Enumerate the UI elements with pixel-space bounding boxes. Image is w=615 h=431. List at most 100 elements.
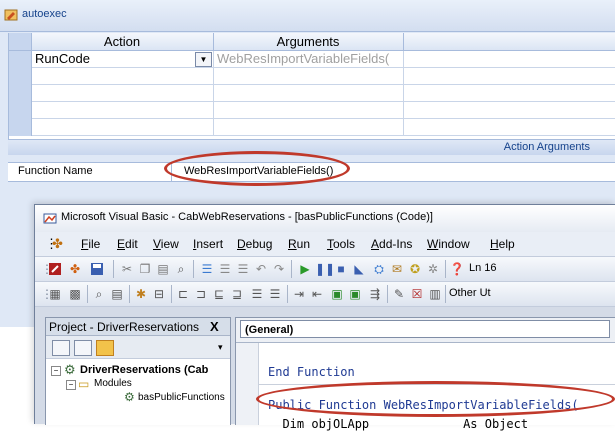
object-browser-icon[interactable]: ✪	[407, 261, 423, 277]
collapse-toggle[interactable]: −	[66, 380, 76, 390]
action-dropdown-button[interactable]: ▼	[195, 52, 212, 67]
group-icon[interactable]: ▣	[329, 286, 345, 302]
table-row[interactable]	[9, 85, 615, 102]
design-mode-icon[interactable]: ◣	[351, 261, 367, 277]
row-selector[interactable]	[9, 51, 32, 68]
ungroup-icon[interactable]: ▣	[347, 286, 363, 302]
other-utilities-label[interactable]: Other Ut	[449, 287, 491, 299]
help-icon[interactable]: ❓	[449, 261, 465, 277]
project-explorer-icon[interactable]: ⛭	[371, 261, 387, 277]
tree-item-module[interactable]: basPublicFunctions	[138, 392, 225, 403]
project-tree: − ⚙ DriverReservations (Cab − ▭ Modules …	[46, 359, 230, 425]
menu-insert[interactable]: Insert	[193, 237, 223, 251]
indent-icon[interactable]: ☰	[199, 261, 215, 277]
align-top-icon[interactable]: ⊒	[229, 286, 245, 302]
tree-item-project[interactable]: DriverReservations (Cab	[80, 364, 208, 376]
edit-toolbar: ⋮ ▦ ▩ ⌕ ▤ ✱ ⊟ ⊏ ⊐ ⊑ ⊒ ☰ ☰ ⇥ ⇤ ▣ ▣ ⇶ ✎ ☒ …	[35, 282, 615, 307]
bookmark-icon[interactable]: ⊟	[151, 286, 167, 302]
indent-less-icon[interactable]: ⇤	[309, 286, 325, 302]
project-explorer: Project - DriverReservations X ▾ − ⚙ Dri…	[45, 317, 231, 425]
vba-app-icon	[43, 213, 57, 224]
column-header-action: Action	[31, 33, 214, 50]
column-header-arguments: Arguments	[213, 33, 404, 50]
macro-title-bar: autoexec	[0, 0, 615, 32]
pencil-icon[interactable]: ✎	[391, 286, 407, 302]
menu-window[interactable]: Window	[427, 237, 470, 251]
code-line[interactable]: Dim objOLApp As Object	[268, 417, 528, 431]
align-right-icon[interactable]: ⊑	[211, 286, 227, 302]
menu-run[interactable]: Run	[288, 237, 310, 251]
align-center-icon[interactable]: ⊐	[193, 286, 209, 302]
redo-icon[interactable]: ↷	[271, 261, 287, 277]
collapse-toggle[interactable]: −	[51, 366, 61, 376]
paste-icon[interactable]: ▤	[155, 261, 171, 277]
list-alt-icon[interactable]: ☰	[267, 286, 283, 302]
chevron-down-icon[interactable]: ▾	[218, 342, 223, 353]
chevron-down-icon: ▼	[199, 55, 208, 64]
macro-title: autoexec	[22, 8, 67, 20]
clear-icon[interactable]: ☒	[409, 286, 425, 302]
select-all-corner[interactable]	[9, 33, 32, 50]
folder-icon: ▭	[78, 377, 90, 391]
list-icon[interactable]: ☰	[249, 286, 265, 302]
standard-toolbar: ⋮ ✤ ✂ ❐ ▤ ⌕ ☰ ☰ ☰ ↶ ↷ ▶ ❚❚ ■ ◣ ⛭ ✉ ✪ ✲ ❓…	[35, 257, 615, 282]
function-name-label: Function Name	[18, 165, 93, 177]
table-row[interactable]	[9, 102, 615, 119]
menu-debug[interactable]: Debug	[237, 237, 272, 251]
insert-module-icon[interactable]: ✤	[67, 261, 83, 277]
outdent-icon[interactable]: ☰	[217, 261, 233, 277]
arguments-cell[interactable]: WebResImportVariableFields(	[217, 51, 389, 67]
code-margin	[236, 343, 259, 425]
project-explorer-toolbar: ▾	[46, 336, 230, 359]
view-object-button[interactable]	[74, 340, 92, 356]
highlight-oval	[256, 381, 615, 417]
break-icon[interactable]: ❚❚	[315, 261, 335, 277]
table-row[interactable]	[9, 68, 615, 85]
run-icon[interactable]: ▶	[297, 261, 313, 277]
macro-icon	[4, 9, 18, 21]
object-dropdown[interactable]: (General)	[240, 320, 610, 338]
module-icon: ⚙	[124, 390, 135, 404]
complete-word-icon[interactable]: ✱	[133, 286, 149, 302]
menu-file[interactable]: File	[81, 237, 100, 251]
menu-tools[interactable]: Tools	[327, 237, 355, 251]
cut-icon[interactable]: ✂	[119, 261, 135, 277]
menu-add-ins[interactable]: Add-Ins	[371, 237, 412, 251]
menu-view[interactable]: View	[153, 237, 179, 251]
indent-more-icon[interactable]: ⇥	[291, 286, 307, 302]
vbe-title: Microsoft Visual Basic - CabWebReservati…	[61, 211, 433, 223]
view-access-icon[interactable]	[47, 261, 63, 277]
reset-icon[interactable]: ■	[333, 261, 349, 277]
grid-header: Action Arguments	[9, 33, 615, 51]
menu-editor-icon[interactable]: ▥	[427, 286, 443, 302]
project-explorer-title: Project - DriverReservations	[49, 320, 200, 334]
view-code-button[interactable]	[52, 340, 70, 356]
table-row[interactable]	[9, 119, 615, 136]
macro-grid: Action Arguments RunCode ▼ WebResImportV…	[8, 33, 615, 155]
project-explorer-title-bar: Project - DriverReservations X	[46, 318, 230, 336]
tree-item-modules[interactable]: Modules	[94, 378, 132, 389]
action-arguments-label: Action Arguments	[503, 141, 590, 153]
menu-edit[interactable]: Edit	[117, 237, 138, 251]
code-line[interactable]: End Function	[268, 365, 355, 379]
save-icon[interactable]	[89, 261, 105, 277]
toggle-folders-button[interactable]	[96, 340, 114, 356]
action-cell[interactable]: RunCode	[35, 51, 90, 67]
close-icon[interactable]: X	[210, 319, 219, 334]
cursor-position: Ln 16	[469, 262, 497, 274]
undo-icon[interactable]: ↶	[253, 261, 269, 277]
comment-icon[interactable]: ☰	[235, 261, 251, 277]
list-properties-icon[interactable]: ▦	[47, 286, 63, 302]
find-icon[interactable]: ⌕	[173, 261, 189, 277]
copy-icon[interactable]: ❐	[137, 261, 153, 277]
tab-order-icon[interactable]: ⇶	[367, 286, 383, 302]
table-row[interactable]: RunCode ▼ WebResImportVariableFields(	[9, 51, 615, 68]
highlight-oval	[164, 151, 350, 186]
properties-icon[interactable]: ✉	[389, 261, 405, 277]
align-left-icon[interactable]: ⊏	[175, 286, 191, 302]
menu-help[interactable]: Help	[490, 237, 515, 251]
parameter-info-icon[interactable]: ▤	[109, 286, 125, 302]
list-constants-icon[interactable]: ▩	[67, 286, 83, 302]
toolbox-icon[interactable]: ✲	[425, 261, 441, 277]
quick-info-icon[interactable]: ⌕	[91, 286, 107, 302]
